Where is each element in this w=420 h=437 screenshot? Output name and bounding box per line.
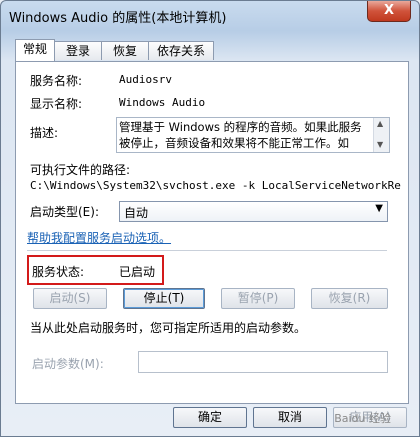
stop-button[interactable]: 停止(T) <box>123 288 205 309</box>
start-params-input[interactable] <box>138 351 388 373</box>
close-button[interactable]: X <box>367 1 411 22</box>
description-box[interactable]: 管理基于 Windows 的程序的音频。如果此服务被停止，音频设备和效果将不能正… <box>116 117 390 153</box>
ok-button[interactable]: 确定 <box>173 407 247 428</box>
description-scrollbar[interactable]: ▲ ▼ <box>373 118 389 152</box>
display-name-value: Windows Audio <box>119 96 206 109</box>
resume-button[interactable]: 恢复(R) <box>311 288 388 309</box>
pause-button[interactable]: 暂停(P) <box>221 288 295 309</box>
description-label: 描述: <box>30 126 59 140</box>
service-name-label: 服务名称: <box>30 74 83 88</box>
dialog-title: Windows Audio 的属性(本地计算机) <box>9 11 227 26</box>
display-name-label: 显示名称: <box>30 97 83 111</box>
service-name-value: Audiosrv <box>119 73 172 86</box>
scroll-down-icon[interactable]: ▼ <box>377 140 383 149</box>
start-button[interactable]: 启动(S) <box>33 288 107 309</box>
help-link[interactable]: 帮助我配置服务启动选项。 <box>27 229 171 246</box>
start-params-label: 启动参数(M): <box>32 357 104 371</box>
service-status-label: 服务状态: <box>32 265 85 279</box>
exe-path-value: C:\Windows\System32\svchost.exe -k Local… <box>30 179 402 192</box>
description-text: 管理基于 Windows 的程序的音频。如果此服务被停止，音频设备和效果将不能正… <box>119 120 362 150</box>
watermark: Baidu 经验 <box>334 412 391 425</box>
tab-recovery[interactable]: 恢复 <box>101 41 149 60</box>
tab-general[interactable]: 常规 <box>15 39 55 61</box>
tab-dependencies[interactable]: 依存关系 <box>148 41 214 60</box>
exe-path-label: 可执行文件的路径: <box>30 163 131 177</box>
startup-type-label: 启动类型(E): <box>30 205 99 219</box>
service-status-value: 已启动 <box>119 265 156 279</box>
start-params-hint: 当从此处启动服务时，您可指定所适用的启动参数。 <box>30 321 307 335</box>
startup-type-value: 自动 <box>124 206 149 220</box>
divider <box>27 250 387 251</box>
scroll-up-icon[interactable]: ▲ <box>377 119 383 128</box>
general-panel: 服务名称: Audiosrv 显示名称: Windows Audio 描述: 管… <box>15 61 409 404</box>
chevron-down-icon: ▼ <box>375 203 383 214</box>
tab-logon[interactable]: 登录 <box>54 41 102 60</box>
cancel-button[interactable]: 取消 <box>253 407 327 428</box>
properties-dialog: Windows Audio 的属性(本地计算机) X 常规 登录 恢复 依存关系… <box>0 0 420 437</box>
startup-type-select[interactable]: 自动 ▼ <box>119 201 388 222</box>
